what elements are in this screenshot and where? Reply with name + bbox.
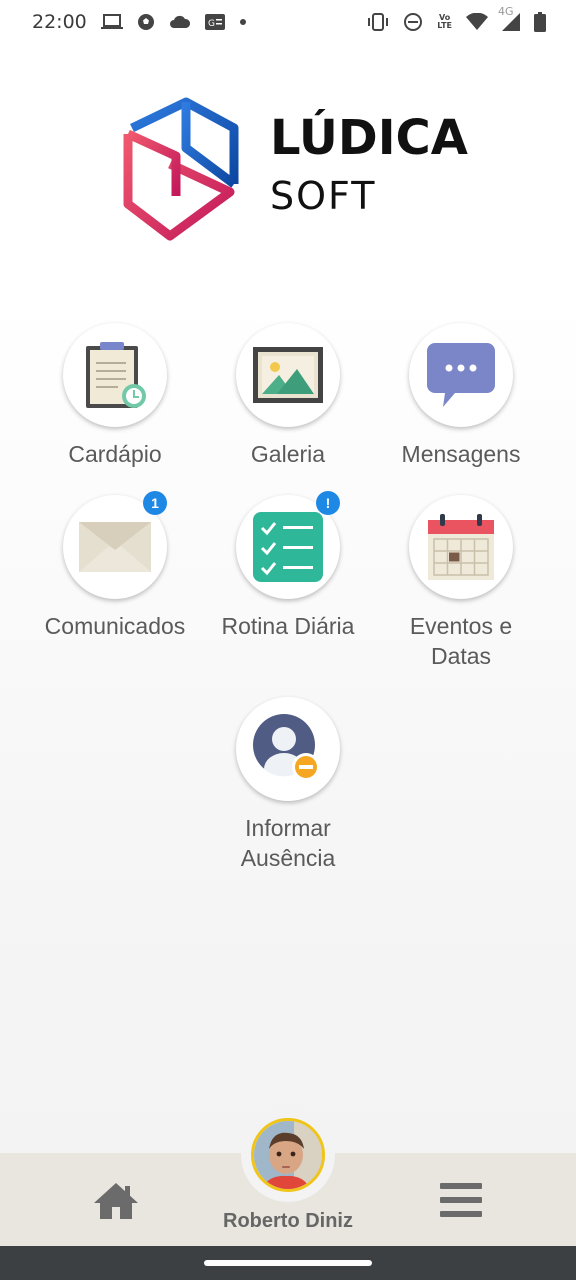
menu-item-rotina-diaria[interactable]: ! Rotina Diária (202, 491, 374, 641)
status-bar: 22:00 G Vo LTE 4G (0, 0, 576, 44)
do-not-disturb-icon (403, 12, 423, 32)
volte-text-bottom: LTE (437, 21, 452, 30)
hamburger-menu-icon (440, 1183, 482, 1217)
laptop-icon (100, 14, 123, 30)
status-time: 22:00 (32, 11, 87, 33)
eventos-label-line1: Eventos e (409, 613, 513, 639)
gesture-home-pill[interactable] (204, 1260, 372, 1266)
picture-icon (253, 347, 323, 403)
user-avatar[interactable] (251, 1118, 325, 1192)
network-type: 4G (498, 5, 514, 18)
menu-item-mensagens[interactable]: Mensagens (375, 323, 547, 469)
menu-item-eventos-datas[interactable]: Eventos e Datas (375, 495, 547, 671)
ausencia-label: Informar Ausência (202, 813, 374, 873)
mensagens-label: Mensagens (401, 441, 521, 467)
system-nav-bar (0, 1246, 576, 1280)
user-minus-icon (253, 714, 320, 781)
galeria-circle[interactable] (236, 323, 340, 427)
mensagens-circle[interactable] (409, 323, 513, 427)
home-icon (94, 1183, 138, 1219)
eventos-label: Eventos e Datas (375, 611, 547, 671)
rotina-badge: ! (316, 491, 340, 515)
home-button[interactable] (92, 1181, 140, 1221)
brand-name-line2: SOFT (270, 174, 377, 218)
comunicados-badge: 1 (143, 491, 167, 515)
envelope-icon (79, 522, 151, 572)
svg-text:G: G (208, 19, 215, 29)
rotina-circle[interactable]: ! (236, 491, 340, 599)
ausencia-label-line1: Informar (245, 815, 331, 841)
wifi-icon (466, 13, 488, 31)
chat-bubble-icon (427, 343, 495, 407)
cardapio-circle[interactable] (63, 323, 167, 427)
ausencia-label-line2: Ausência (240, 845, 336, 871)
soccer-ball-icon (137, 13, 155, 31)
checklist-icon (253, 512, 323, 582)
cardapio-label: Cardápio (68, 441, 162, 467)
vibrate-icon (367, 13, 389, 31)
menu-item-galeria[interactable]: Galeria (202, 323, 374, 469)
rotina-label: Rotina Diária (221, 613, 355, 639)
battery-icon (534, 12, 546, 32)
child-photo-icon (254, 1121, 322, 1189)
ausencia-circle[interactable] (236, 697, 340, 801)
dot-icon (239, 18, 247, 26)
eventos-circle[interactable] (409, 495, 513, 599)
menu-item-comunicados[interactable]: 1 Comunicados (29, 491, 201, 641)
comunicados-circle[interactable]: 1 (63, 491, 167, 599)
comunicados-label: Comunicados (44, 613, 186, 639)
cloud-icon (169, 15, 191, 29)
galeria-label: Galeria (250, 441, 326, 467)
google-news-icon: G (204, 14, 225, 30)
brand-logo: LÚDICA SOFT (120, 96, 468, 246)
menu-item-informar-ausencia[interactable]: Informar Ausência (202, 697, 374, 873)
calendar-icon (428, 514, 494, 580)
brand-name-line1: LÚDICA (270, 110, 468, 166)
eventos-label-line2: Datas (430, 643, 492, 669)
brand-mark-icon (123, 97, 239, 241)
volte-icon: Vo LTE (437, 14, 452, 30)
user-name[interactable]: Roberto Diniz (188, 1210, 388, 1233)
clipboard-clock-icon (86, 342, 146, 408)
menu-button[interactable] (438, 1181, 484, 1219)
signal-icon: 4G (498, 5, 520, 31)
menu-item-cardapio[interactable]: Cardápio (29, 323, 201, 469)
